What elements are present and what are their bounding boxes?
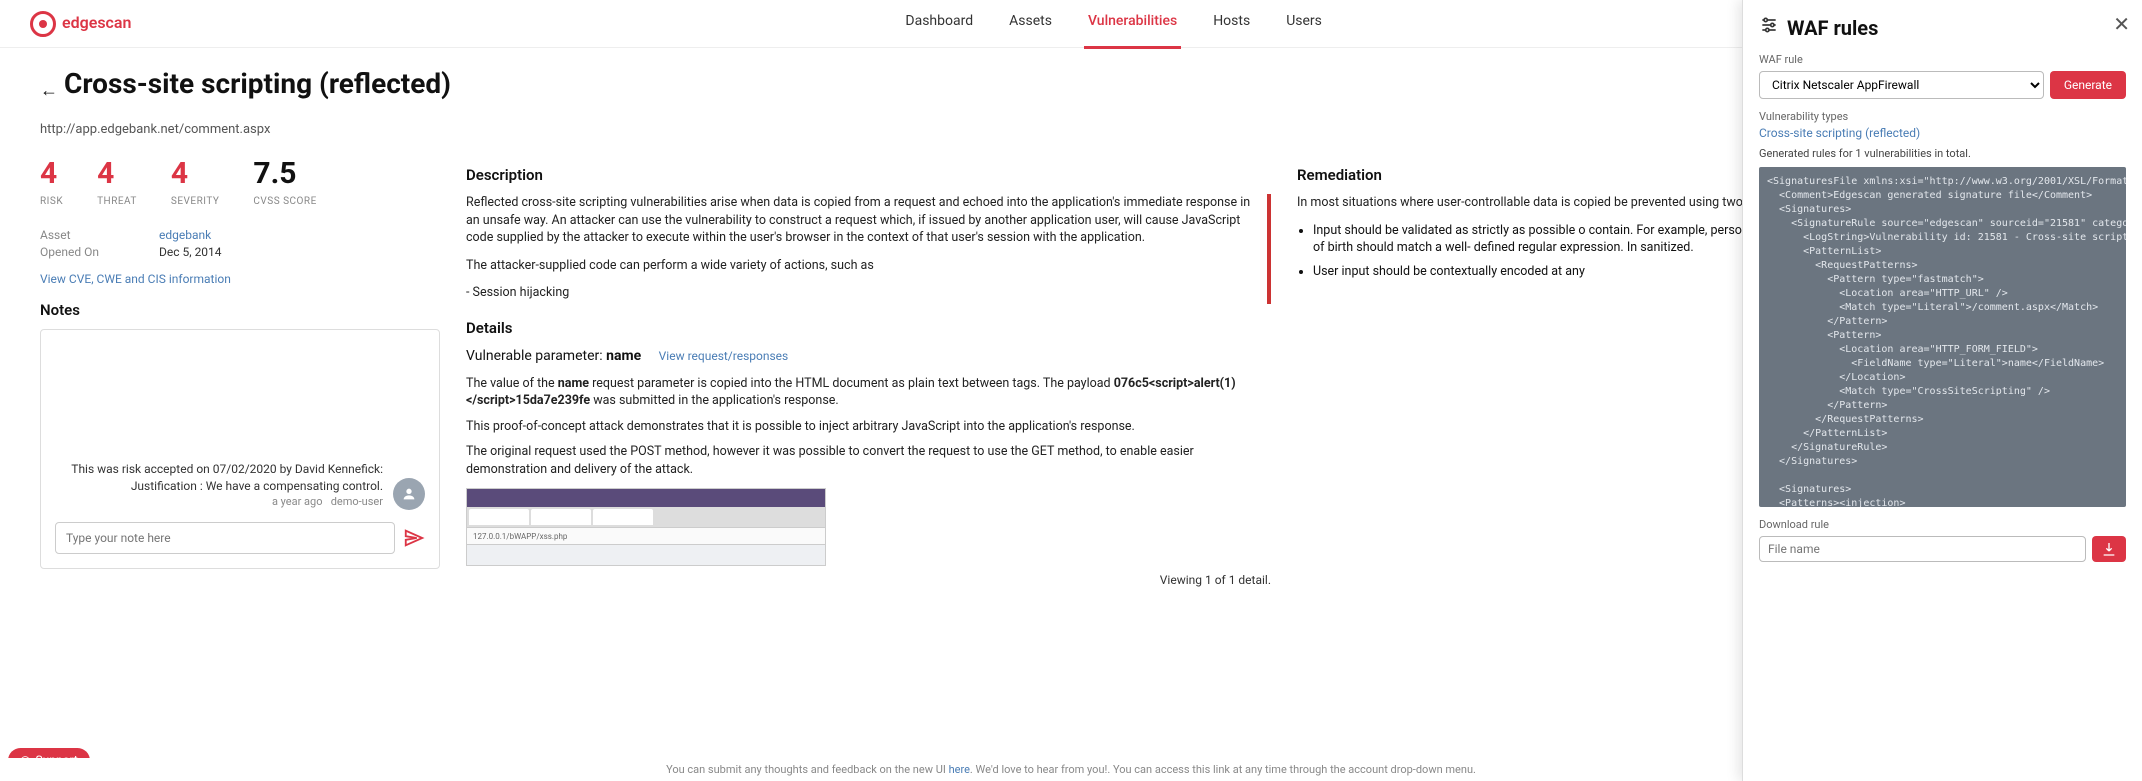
description-heading: Description bbox=[466, 165, 1271, 186]
brand-name: edgescan bbox=[62, 12, 131, 34]
detail-sentence-post: was submitted in the application's respo… bbox=[590, 393, 839, 408]
cvss-value: 7.5 bbox=[253, 153, 316, 195]
wafrule-select[interactable]: Citrix Netscaler AppFirewall bbox=[1759, 71, 2044, 99]
threat-label: THREAT bbox=[97, 195, 137, 209]
notes-heading: Notes bbox=[40, 300, 440, 321]
user-icon bbox=[401, 486, 417, 502]
description-p2: The attacker-supplied code can perform a… bbox=[466, 257, 1257, 275]
rule-code[interactable]: <SignaturesFile xmlns:xsi="http://www.w3… bbox=[1759, 167, 2126, 507]
note-input[interactable] bbox=[55, 522, 395, 554]
nav-vulnerabilities[interactable]: Vulnerabilities bbox=[1084, 0, 1181, 49]
back-arrow-icon[interactable]: ← bbox=[40, 78, 58, 103]
logo-icon bbox=[30, 11, 56, 37]
cvss-label: CVSS SCORE bbox=[253, 195, 316, 209]
vtypes-label: Vulnerability types bbox=[1759, 109, 2126, 124]
page-title: Cross-site scripting (reflected) bbox=[64, 64, 451, 103]
viewing-count: Viewing 1 of 1 detail. bbox=[466, 572, 1271, 589]
opened-label: Opened On bbox=[40, 244, 99, 261]
download-label: Download rule bbox=[1759, 517, 2126, 532]
description-body: Reflected cross-site scripting vulnerabi… bbox=[466, 194, 1271, 304]
detail-param: name bbox=[558, 376, 589, 391]
feedback-link[interactable]: here bbox=[949, 763, 970, 776]
note-time: a year ago bbox=[272, 495, 323, 508]
nav-assets[interactable]: Assets bbox=[1005, 0, 1056, 49]
screenshot-address: 127.0.0.1/bWAPP/xss.php bbox=[467, 527, 825, 545]
score-row: 4RISK 4THREAT 4SEVERITY 7.5CVSS SCORE bbox=[40, 153, 440, 209]
asset-link[interactable]: edgebank bbox=[159, 228, 211, 242]
generate-button[interactable]: Generate bbox=[2050, 71, 2126, 99]
note-user: demo-user bbox=[331, 495, 383, 508]
main-nav: Dashboard Assets Vulnerabilities Hosts U… bbox=[901, 0, 1326, 49]
param-label: Vulnerable parameter: bbox=[466, 348, 603, 364]
notes-box: This was risk accepted on 07/02/2020 by … bbox=[40, 329, 440, 569]
opened-value: Dec 5, 2014 bbox=[159, 244, 222, 261]
proof-text: This proof-of-concept attack demonstrate… bbox=[466, 418, 1271, 436]
severity-label: SEVERITY bbox=[171, 195, 219, 209]
generated-summary: Generated rules for 1 vulnerabilities in… bbox=[1759, 146, 2126, 161]
risk-label: RISK bbox=[40, 195, 63, 209]
nav-users[interactable]: Users bbox=[1282, 0, 1326, 49]
details-heading: Details bbox=[466, 318, 1271, 339]
download-icon bbox=[2101, 541, 2117, 557]
view-request-link[interactable]: View request/responses bbox=[659, 349, 789, 363]
description-p1: Reflected cross-site scripting vulnerabi… bbox=[466, 194, 1257, 247]
detail-sentence-mid: request parameter is copied into the HTM… bbox=[589, 376, 1114, 391]
risk-value: 4 bbox=[40, 153, 63, 195]
sliders-icon bbox=[1759, 14, 1779, 42]
severity-value: 4 bbox=[171, 153, 219, 195]
detail-sentence-pre: The value of the bbox=[466, 376, 558, 391]
threat-value: 4 bbox=[97, 153, 137, 195]
avatar bbox=[393, 478, 425, 510]
brand-logo[interactable]: edgescan bbox=[30, 11, 131, 37]
original-request-text: The original request used the POST metho… bbox=[466, 443, 1271, 478]
nav-hosts[interactable]: Hosts bbox=[1209, 0, 1254, 49]
vtypes-value[interactable]: Cross-site scripting (reflected) bbox=[1759, 125, 2126, 142]
param-name: name bbox=[606, 348, 641, 364]
send-icon[interactable] bbox=[403, 522, 425, 554]
note-text: This was risk accepted on 07/02/2020 by … bbox=[55, 461, 383, 495]
cve-link[interactable]: View CVE, CWE and CIS information bbox=[40, 271, 440, 288]
wafrule-label: WAF rule bbox=[1759, 52, 2126, 67]
screenshot-thumbnail[interactable]: 127.0.0.1/bWAPP/xss.php bbox=[466, 488, 826, 566]
description-bullet: - Session hijacking bbox=[466, 284, 1257, 302]
waf-rules-drawer: ✕ WAF rules WAF rule Citrix Netscaler Ap… bbox=[1742, 0, 2142, 781]
nav-dashboard[interactable]: Dashboard bbox=[901, 0, 977, 49]
close-icon[interactable]: ✕ bbox=[2113, 10, 2130, 38]
drawer-title: WAF rules bbox=[1787, 14, 1878, 42]
download-button[interactable] bbox=[2092, 536, 2126, 562]
download-filename-input[interactable] bbox=[1759, 536, 2086, 562]
asset-label: Asset bbox=[40, 227, 99, 244]
